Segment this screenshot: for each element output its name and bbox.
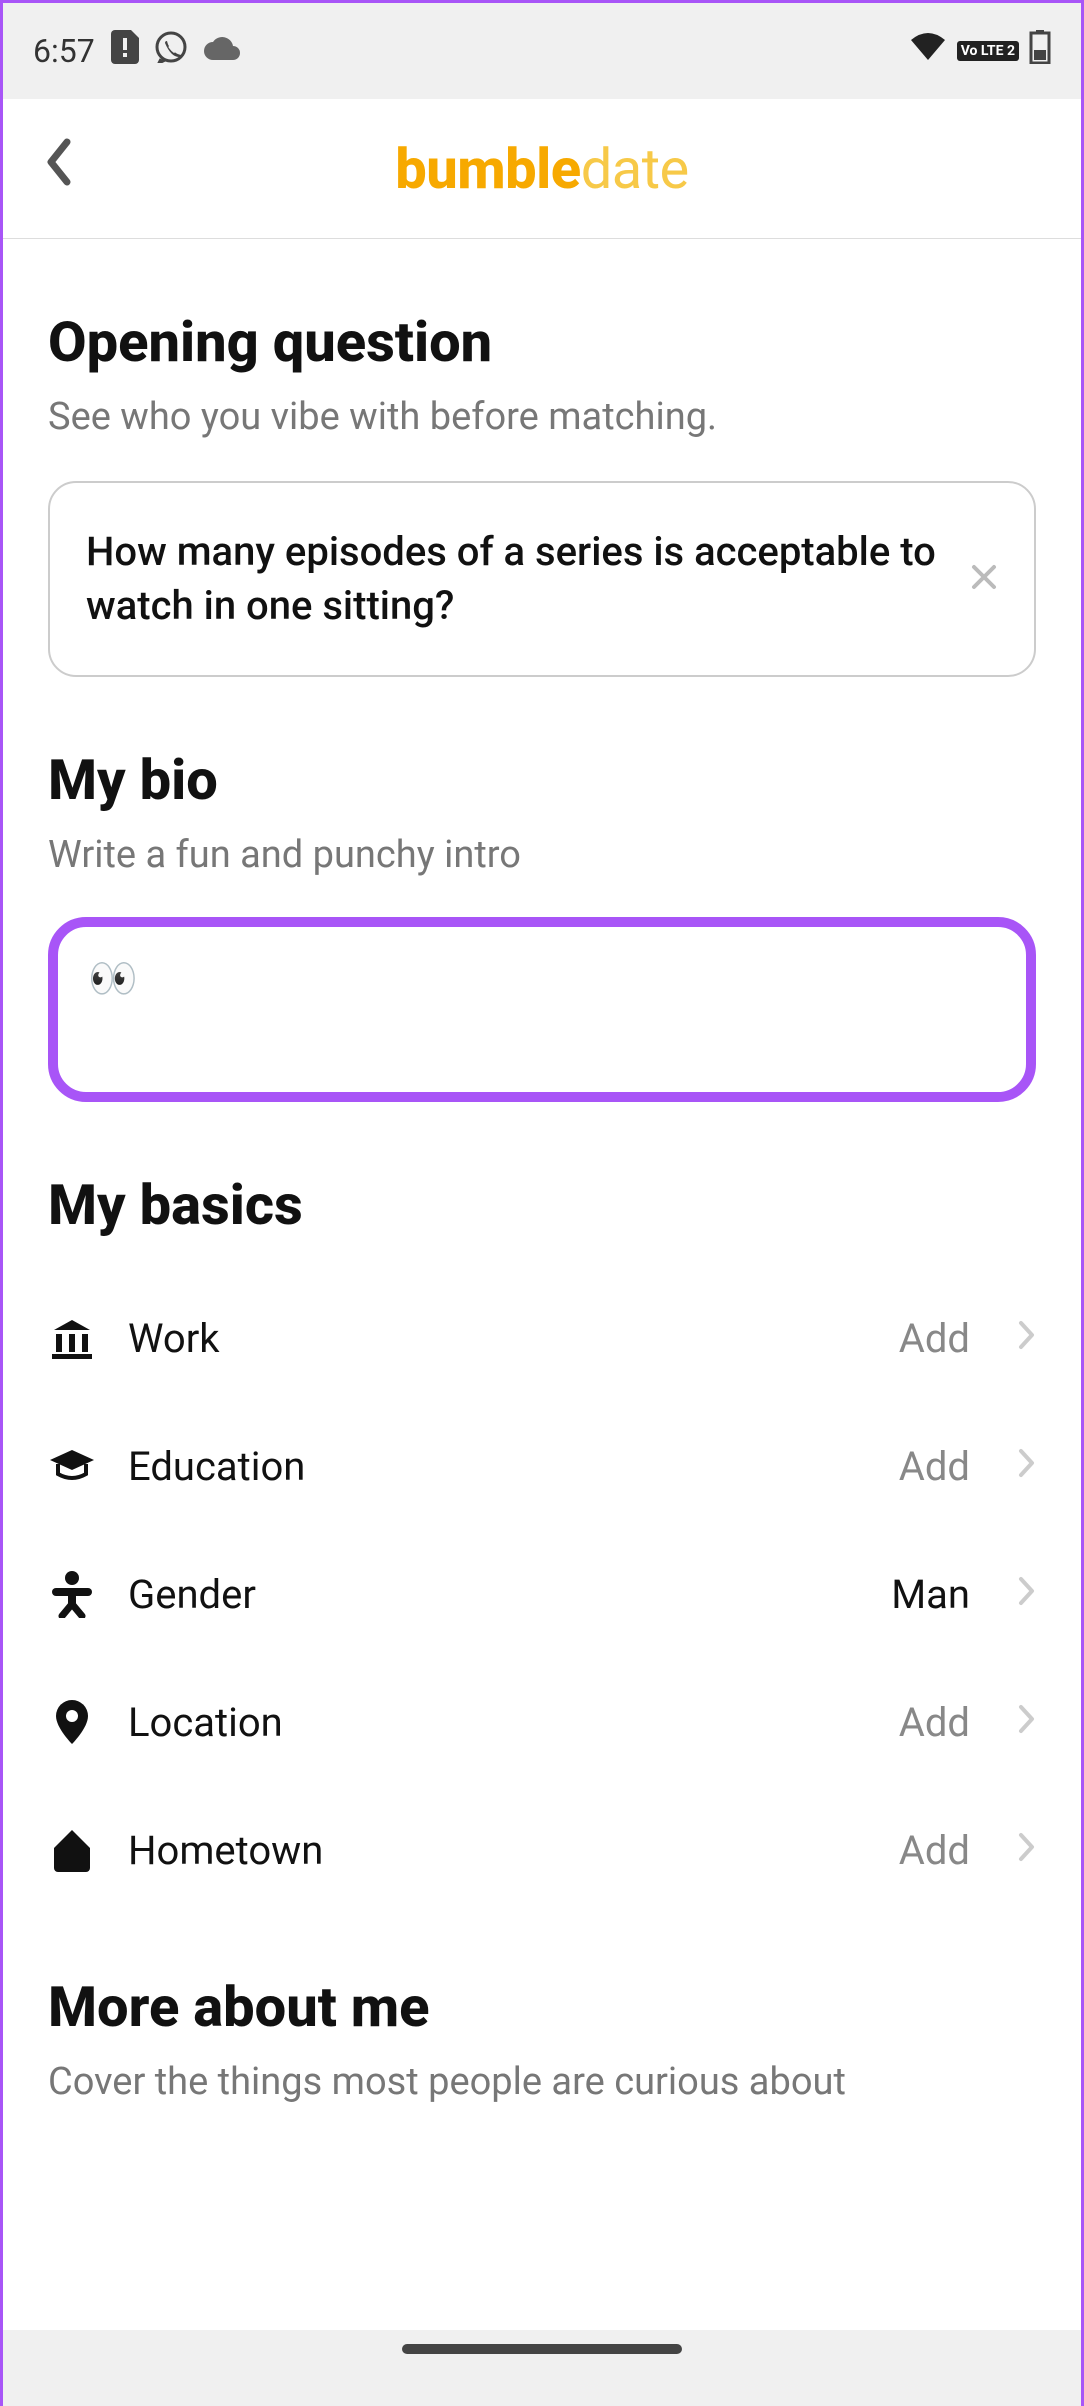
basics-section: My basics Work Add Education Add: [48, 1172, 1036, 1914]
more-subtitle: Cover the things most people are curious…: [48, 2060, 1036, 2104]
chevron-right-icon: [1018, 1317, 1036, 1359]
basics-row-location[interactable]: Location Add: [48, 1658, 1036, 1786]
chevron-right-icon: [1018, 1829, 1036, 1871]
nav-bar: bumbledate: [3, 99, 1081, 239]
basics-row-hometown[interactable]: Hometown Add: [48, 1786, 1036, 1914]
location-icon: [48, 1698, 96, 1746]
location-label: Location: [128, 1699, 867, 1746]
chevron-right-icon: [1018, 1701, 1036, 1743]
chevron-right-icon: [1018, 1573, 1036, 1615]
work-icon: [48, 1314, 96, 1362]
gender-icon: [48, 1570, 96, 1618]
cloud-icon: [203, 32, 241, 70]
basics-row-gender[interactable]: Gender Man: [48, 1530, 1036, 1658]
sim-alert-icon: [111, 30, 139, 72]
education-icon: [48, 1442, 96, 1490]
status-bar: 6:57 Vo LTE 2: [3, 3, 1081, 99]
hometown-value: Add: [899, 1827, 970, 1874]
education-value: Add: [899, 1443, 970, 1490]
status-time: 6:57: [33, 32, 95, 70]
basics-row-work[interactable]: Work Add: [48, 1274, 1036, 1402]
education-label: Education: [128, 1443, 867, 1490]
bio-subtitle: Write a fun and punchy intro: [48, 833, 1036, 877]
whatsapp-icon: [155, 31, 187, 71]
gender-label: Gender: [128, 1571, 859, 1618]
bio-text: 👀: [88, 955, 138, 1002]
opening-question-text: How many episodes of a series is accepta…: [86, 525, 950, 633]
gesture-bar: [3, 2330, 1081, 2406]
opening-title: Opening question: [48, 309, 1036, 375]
opening-question-section: Opening question See who you vibe with b…: [48, 309, 1036, 677]
hometown-icon: [48, 1826, 96, 1874]
battery-icon: [1029, 30, 1051, 72]
work-value: Add: [899, 1315, 970, 1362]
bio-input[interactable]: 👀: [48, 917, 1036, 1102]
chevron-right-icon: [1018, 1445, 1036, 1487]
close-icon[interactable]: [970, 558, 998, 600]
opening-question-card[interactable]: How many episodes of a series is accepta…: [48, 481, 1036, 677]
bio-title: My bio: [48, 747, 1036, 813]
more-about-me-section: More about me Cover the things most peop…: [48, 1974, 1036, 2104]
wifi-icon: [909, 32, 947, 70]
back-button[interactable]: [43, 138, 73, 199]
gender-value: Man: [891, 1571, 970, 1618]
app-logo: bumbledate: [395, 136, 689, 202]
work-label: Work: [128, 1315, 867, 1362]
bio-section: My bio Write a fun and punchy intro 👀: [48, 747, 1036, 1102]
basics-title: My basics: [48, 1172, 1036, 1238]
volte-icon: Vo LTE 2: [957, 41, 1019, 61]
basics-row-education[interactable]: Education Add: [48, 1402, 1036, 1530]
more-title: More about me: [48, 1974, 1036, 2040]
home-handle[interactable]: [402, 2344, 682, 2354]
opening-subtitle: See who you vibe with before matching.: [48, 395, 1036, 439]
location-value: Add: [899, 1699, 970, 1746]
hometown-label: Hometown: [128, 1827, 867, 1874]
